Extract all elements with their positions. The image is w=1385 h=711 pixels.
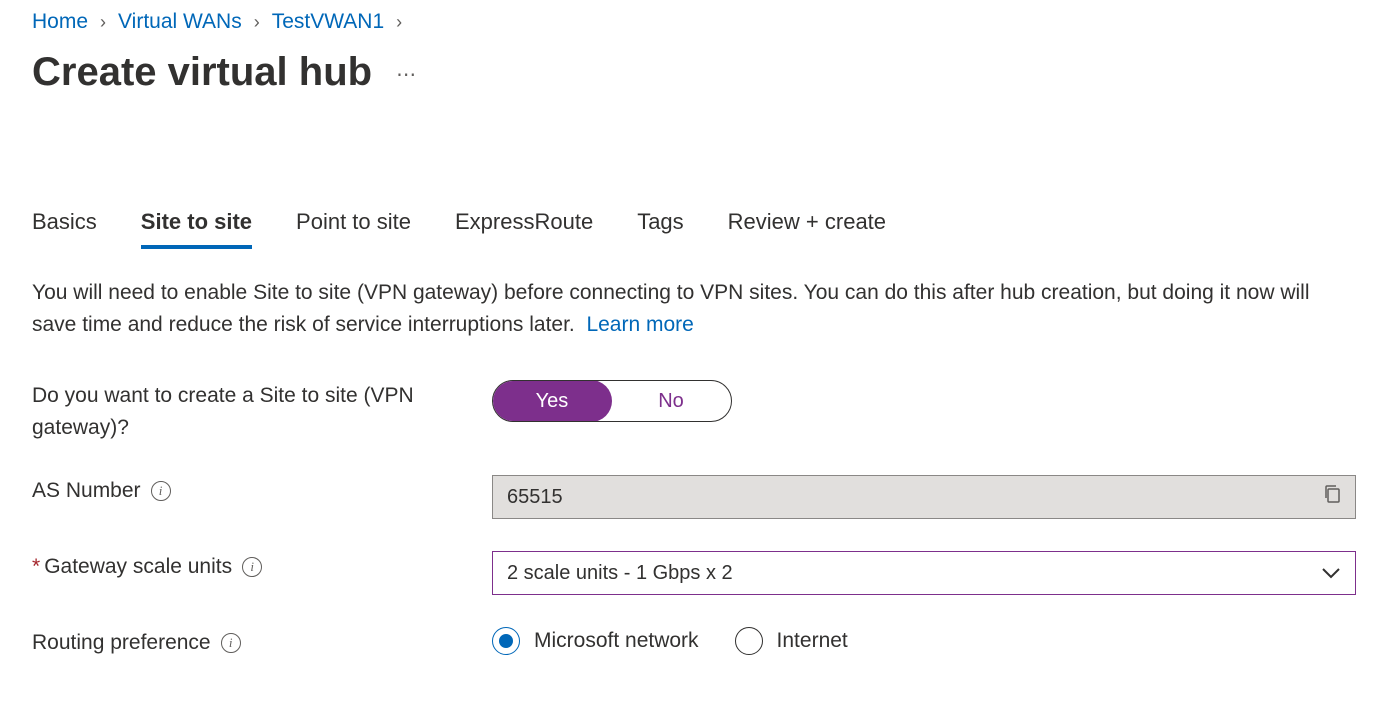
tab-description: You will need to enable Site to site (VP… <box>32 277 1353 340</box>
info-icon[interactable]: i <box>151 481 171 501</box>
radio-icon-unchecked <box>735 627 763 655</box>
more-actions-icon[interactable]: ⋯ <box>396 62 419 87</box>
info-icon[interactable]: i <box>221 633 241 653</box>
toggle-yes[interactable]: Yes <box>492 380 612 422</box>
breadcrumb-virtual-wans[interactable]: Virtual WANs <box>118 10 242 34</box>
routing-option-internet[interactable]: Internet <box>735 627 848 655</box>
scale-units-dropdown[interactable]: 2 scale units - 1 Gbps x 2 <box>492 551 1356 595</box>
routing-option-microsoft-network[interactable]: Microsoft network <box>492 627 699 655</box>
chevron-down-icon <box>1321 563 1341 584</box>
page-title: Create virtual hub <box>32 50 372 95</box>
as-number-value: 65515 <box>507 486 563 509</box>
routing-option-label: Internet <box>777 629 848 653</box>
breadcrumb: Home › Virtual WANs › TestVWAN1 › <box>32 10 1353 34</box>
tab-point-to-site[interactable]: Point to site <box>296 209 411 249</box>
create-gateway-toggle[interactable]: Yes No <box>492 380 732 422</box>
as-number-label: AS Number <box>32 475 141 507</box>
tab-expressroute[interactable]: ExpressRoute <box>455 209 593 249</box>
tab-site-to-site[interactable]: Site to site <box>141 209 252 249</box>
tabs: Basics Site to site Point to site Expres… <box>32 209 1353 249</box>
chevron-right-icon: › <box>396 12 402 33</box>
create-gateway-label: Do you want to create a Site to site (VP… <box>32 380 492 443</box>
chevron-right-icon: › <box>254 12 260 33</box>
as-number-field: 65515 <box>492 475 1356 519</box>
chevron-right-icon: › <box>100 12 106 33</box>
breadcrumb-home[interactable]: Home <box>32 10 88 34</box>
toggle-no[interactable]: No <box>611 381 731 421</box>
breadcrumb-testvwan1[interactable]: TestVWAN1 <box>272 10 384 34</box>
info-icon[interactable]: i <box>242 557 262 577</box>
tab-review-create[interactable]: Review + create <box>728 209 886 249</box>
copy-icon[interactable] <box>1323 484 1341 510</box>
radio-icon-checked <box>492 627 520 655</box>
tab-tags[interactable]: Tags <box>637 209 683 249</box>
routing-preference-radio-group: Microsoft network Internet <box>492 627 1353 655</box>
learn-more-link[interactable]: Learn more <box>586 313 693 336</box>
tab-basics[interactable]: Basics <box>32 209 97 249</box>
scale-units-value: 2 scale units - 1 Gbps x 2 <box>507 562 733 585</box>
scale-units-label: Gateway scale units <box>44 551 232 583</box>
required-asterisk: * <box>32 551 40 583</box>
routing-option-label: Microsoft network <box>534 629 699 653</box>
routing-preference-label: Routing preference <box>32 627 211 659</box>
